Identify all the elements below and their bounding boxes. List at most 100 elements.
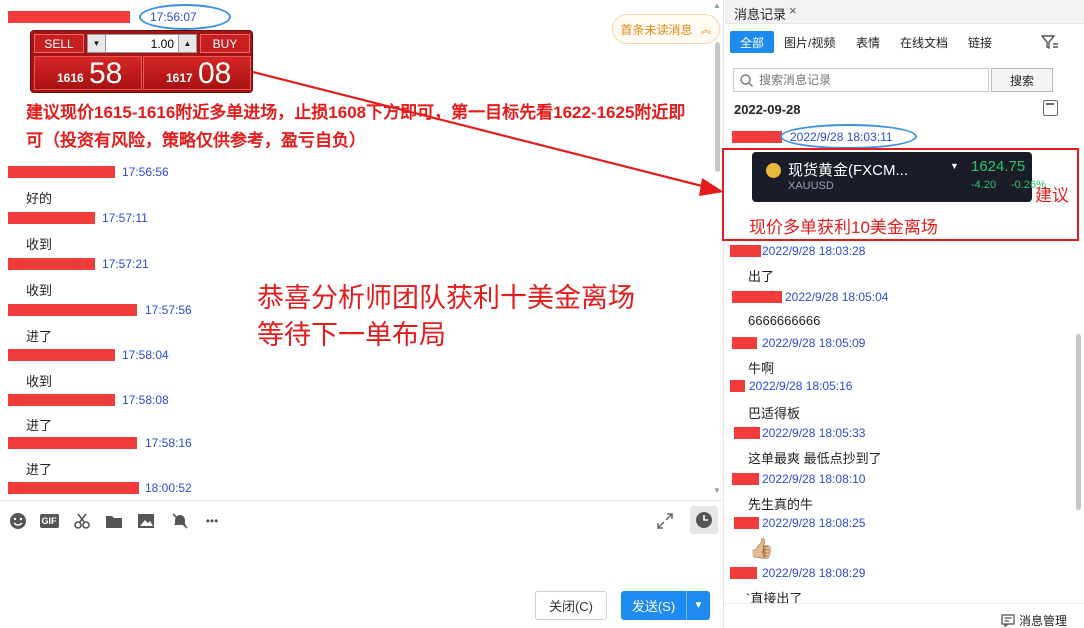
buy-button[interactable]: BUY: [200, 34, 250, 53]
gold-coin-icon: [766, 163, 781, 178]
gif-label: GIF: [39, 514, 59, 528]
redacted-sender: [732, 131, 782, 143]
message-text: 收到: [26, 374, 53, 389]
filter-links[interactable]: 链接: [958, 31, 1002, 53]
filter-settings-icon[interactable]: [1040, 34, 1059, 53]
highlight-ellipse: [139, 4, 231, 30]
redacted-sender: [8, 212, 95, 224]
buy-price-big: 08: [198, 57, 232, 90]
quote-change: -4.20: [971, 179, 997, 191]
advice-text: 建议现价1615-1616附近多单进场，止损1608下方即可，第一目标先看162…: [26, 103, 686, 150]
sell-price[interactable]: 1616 58: [34, 56, 142, 90]
quantity-value: 1.00: [150, 36, 174, 51]
filter-emoji[interactable]: 表情: [846, 31, 890, 53]
message-text: 进了: [26, 329, 53, 344]
message-text: 收到: [26, 283, 53, 298]
search-field[interactable]: [733, 68, 989, 92]
chat-scrollbar[interactable]: ▲ ▼: [712, 0, 722, 498]
close-button[interactable]: 关闭(C): [535, 591, 607, 620]
search-button[interactable]: 搜索: [991, 68, 1053, 92]
entry-time: 2022/9/28 18:05:09: [762, 336, 866, 350]
filter-all[interactable]: 全部: [730, 31, 775, 53]
entry-time: 2022/9/28 18:08:29: [762, 566, 866, 580]
gif-icon[interactable]: GIF: [38, 511, 60, 531]
chevron-down-icon[interactable]: ▼: [88, 35, 106, 52]
chevron-up-icon[interactable]: ▲: [178, 35, 196, 52]
scroll-down-icon[interactable]: ▼: [713, 486, 721, 495]
folder-icon[interactable]: [104, 511, 124, 531]
thumbs-up-emoji: 👍🏼: [749, 538, 774, 560]
more-icon[interactable]: •••: [200, 511, 224, 531]
history-clock-button[interactable]: [690, 506, 718, 534]
history-footer: 消息管理: [725, 603, 1084, 628]
recommend-line: 现价多单获利10美金离场: [749, 218, 938, 237]
scroll-thumb[interactable]: [1076, 334, 1081, 510]
image-icon[interactable]: [136, 511, 156, 531]
buy-price-small: 1617: [166, 71, 193, 85]
quantity-stepper[interactable]: ▼ 1.00 ▲: [87, 34, 197, 53]
unread-pill-label: 首条未读消息: [620, 22, 693, 37]
entry-time: 2022/9/28 18:08:25: [762, 516, 866, 530]
redacted-sender: [8, 437, 137, 449]
unread-jump-pill[interactable]: 首条未读消息 ︽: [612, 14, 720, 44]
search-input[interactable]: [759, 73, 979, 87]
chevron-down-icon[interactable]: ▼: [686, 591, 710, 620]
sell-price-small: 1616: [57, 71, 84, 85]
entry-text: 牛啊: [748, 361, 775, 376]
message-list[interactable]: 17:56:07 SELL ▼ 1.00 ▲ BUY 1616 58 1617 …: [0, 0, 712, 498]
emoji-icon[interactable]: [8, 511, 28, 531]
entry-text: 先生真的牛: [748, 497, 814, 512]
recommend-label: 建议: [1035, 186, 1069, 205]
filter-media[interactable]: 图片/视频: [774, 31, 845, 53]
entry-text: 巴适得板: [748, 406, 801, 421]
close-icon[interactable]: ×: [789, 3, 797, 18]
quote-name: 现货黄金(FXCM...: [788, 162, 908, 179]
message-text: 进了: [26, 462, 53, 477]
search-icon: [740, 73, 753, 87]
redacted-sender: [730, 380, 745, 392]
filter-docs[interactable]: 在线文档: [890, 31, 958, 53]
calendar-icon[interactable]: [1043, 100, 1058, 116]
gold-quote-card[interactable]: 现货黄金(FXCM... ▼ XAUUSD 1624.75 -4.20 -0.2…: [752, 152, 1046, 202]
history-tab[interactable]: 消息记录 ×: [725, 0, 1084, 24]
quote-symbol: XAUUSD: [788, 180, 834, 192]
quote-price: 1624.75: [971, 158, 1026, 175]
clock-icon: [696, 512, 712, 528]
entry-time: 2022/9/28 18:05:04: [785, 290, 889, 304]
scroll-up-icon[interactable]: ▲: [713, 1, 721, 10]
message-manage-button[interactable]: 消息管理: [1001, 612, 1067, 628]
message-time: 17:56:56: [122, 165, 169, 179]
highlight-ellipse: [780, 124, 917, 149]
redacted-sender: [8, 349, 115, 361]
congrats-line-2: 等待下一单布局: [257, 320, 446, 350]
caret-down-icon[interactable]: ▼: [950, 161, 959, 171]
history-scrollbar[interactable]: [1074, 100, 1082, 600]
sell-price-big: 58: [89, 57, 123, 90]
chat-pane: 17:56:07 SELL ▼ 1.00 ▲ BUY 1616 58 1617 …: [0, 0, 724, 628]
expand-icon[interactable]: [655, 511, 675, 531]
redacted-sender: [730, 245, 761, 257]
entry-text: 出了: [748, 269, 775, 284]
entry-time: 2022/9/28 18:08:10: [762, 472, 866, 486]
history-tab-title: 消息记录: [734, 7, 787, 22]
redacted-sender: [730, 567, 757, 579]
trade-widget: SELL ▼ 1.00 ▲ BUY 1616 58 1617 08: [30, 30, 253, 93]
message-time: 17:58:16: [145, 436, 192, 450]
entry-time: 2022/9/28 18:03:28: [762, 244, 866, 258]
redacted-sender: [734, 427, 760, 439]
message-time: 17:57:21: [102, 257, 149, 271]
send-button[interactable]: 发送(S) ▼: [621, 591, 710, 620]
scissors-icon[interactable]: [72, 511, 92, 531]
history-pane: 消息记录 × 全部 图片/视频 表情 在线文档 链接 搜索 2022-09-28…: [722, 0, 1084, 628]
entry-text: 6666666666: [748, 313, 821, 328]
mute-icon[interactable]: [170, 511, 190, 531]
redacted-sender: [8, 394, 115, 406]
buy-price[interactable]: 1617 08: [143, 56, 251, 90]
redacted-sender: [8, 304, 137, 316]
entry-text: 这单最爽 最低点抄到了: [748, 451, 882, 466]
message-text: 收到: [26, 237, 53, 252]
message-text: 进了: [26, 418, 53, 433]
scroll-thumb[interactable]: [715, 42, 720, 172]
sell-button[interactable]: SELL: [34, 34, 84, 53]
manage-label: 消息管理: [1019, 614, 1068, 628]
